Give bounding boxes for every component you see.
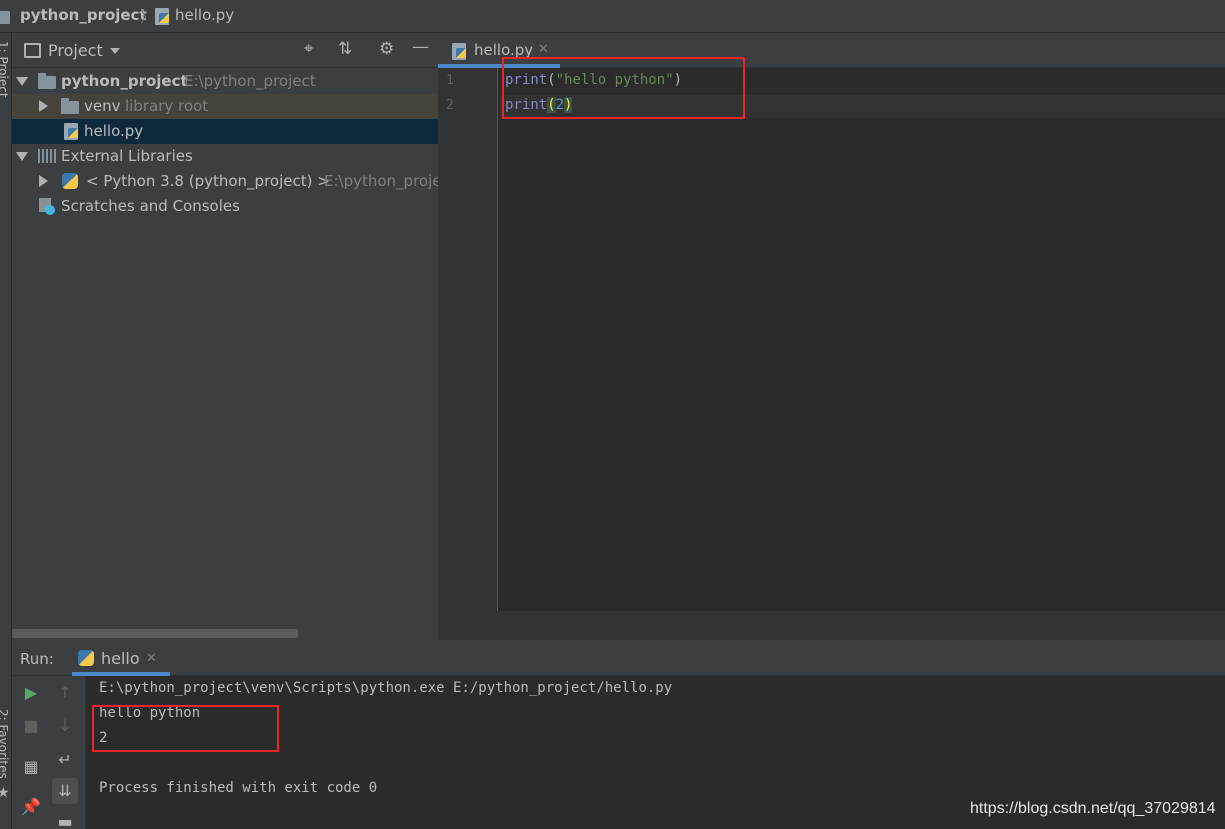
close-icon[interactable]: ✕ xyxy=(538,42,549,57)
collapse-all-icon[interactable]: ⇅ xyxy=(338,39,352,59)
tab-run-hello[interactable]: hello ✕ xyxy=(72,640,170,676)
tree-item-hint: library root xyxy=(125,97,209,115)
tree-item-label: hello.py xyxy=(84,122,144,140)
run-panel-header: Run: hello ✕ xyxy=(12,640,1225,676)
tree-item-label: External Libraries xyxy=(61,147,193,165)
library-icon xyxy=(38,149,56,163)
project-panel-header: Project ⌖ ⇅ ⚙ — xyxy=(12,34,438,68)
highlight-box-output xyxy=(92,705,279,752)
line-gutter xyxy=(438,68,498,611)
up-arrow-icon[interactable]: ↑ xyxy=(52,680,78,706)
pin-icon[interactable]: 📌 xyxy=(18,794,44,820)
print-icon[interactable]: ▬ xyxy=(52,809,78,829)
rerun-icon[interactable]: ▶ xyxy=(18,680,44,706)
tree-item-label: Scratches and Consoles xyxy=(61,197,240,215)
python-file-icon xyxy=(452,43,466,60)
tree-item-label: < Python 3.8 (python_project) > xyxy=(86,172,330,190)
project-view-icon xyxy=(24,43,41,58)
run-label: Run: xyxy=(20,650,54,668)
run-tab-label: hello xyxy=(101,649,140,668)
tree-item-label: python_project xyxy=(61,72,188,90)
navigation-bar: python_project 〉 hello.py xyxy=(0,0,1225,33)
tree-item-scratches[interactable]: Scratches and Consoles xyxy=(12,194,438,219)
python-logo-icon xyxy=(62,173,78,189)
chevron-down-icon[interactable] xyxy=(110,48,120,54)
down-arrow-icon[interactable]: ↓ xyxy=(52,713,78,739)
stop-icon[interactable]: ■ xyxy=(18,713,44,739)
line-number: 2 xyxy=(446,98,454,113)
clock-icon xyxy=(45,205,55,215)
code-editor[interactable]: 1 print("hello python") 2 print(2) xyxy=(438,68,1225,640)
locate-file-icon[interactable]: ⌖ xyxy=(304,39,314,59)
close-icon[interactable]: ✕ xyxy=(146,651,157,666)
highlight-box-code xyxy=(502,57,745,119)
expand-arrow-icon[interactable] xyxy=(16,152,28,161)
line-number: 1 xyxy=(446,73,454,88)
folder-icon xyxy=(38,73,56,89)
breadcrumb-file[interactable]: hello.py xyxy=(175,6,234,24)
editor-bottom-strip xyxy=(438,611,1225,640)
project-panel: Project ⌖ ⇅ ⚙ — python_project E:\python… xyxy=(12,34,442,640)
tree-item-external-libraries[interactable]: External Libraries xyxy=(12,144,438,169)
breadcrumb-project[interactable]: python_project xyxy=(20,6,147,24)
project-tool-button[interactable]: 1: Project xyxy=(0,41,10,98)
python-file-icon xyxy=(64,123,78,140)
left-tool-stripe: 1: Project 2: Favorites xyxy=(0,33,12,829)
favorites-tool-button[interactable]: 2: Favorites xyxy=(0,709,10,779)
console-exit-message: Process finished with exit code 0 xyxy=(99,780,378,796)
gear-icon[interactable]: ⚙ xyxy=(379,39,394,59)
scroll-to-end-icon[interactable]: ⇊ xyxy=(52,778,78,804)
tree-item-hello-py[interactable]: hello.py xyxy=(12,119,438,144)
layout-icon[interactable]: ▦ xyxy=(18,754,44,780)
tree-item-path: E:\python_proje xyxy=(324,172,442,190)
expand-arrow-icon[interactable] xyxy=(16,77,28,86)
tree-item-project-root[interactable]: python_project E:\python_project xyxy=(12,69,438,94)
folder-icon xyxy=(0,11,10,24)
tree-item-python-sdk[interactable]: < Python 3.8 (python_project) > E:\pytho… xyxy=(12,169,442,194)
breadcrumb-separator-icon: 〉 xyxy=(140,8,156,26)
console-command-line: E:\python_project\venv\Scripts\python.ex… xyxy=(99,680,673,696)
expand-arrow-icon[interactable] xyxy=(39,175,48,187)
hide-panel-icon[interactable]: — xyxy=(412,37,429,57)
soft-wrap-icon[interactable]: ↵ xyxy=(52,747,78,773)
watermark: https://blog.csdn.net/qq_37029814 xyxy=(970,800,1216,817)
horizontal-scrollbar[interactable] xyxy=(12,629,298,638)
python-file-icon xyxy=(155,8,169,25)
python-logo-icon xyxy=(78,650,94,666)
star-icon[interactable]: ★ xyxy=(0,785,10,801)
tree-item-venv[interactable]: venv library root xyxy=(12,94,438,119)
project-panel-title[interactable]: Project xyxy=(48,41,103,60)
folder-icon xyxy=(61,98,79,114)
tree-item-path: E:\python_project xyxy=(184,72,316,90)
run-toolbar: ▶ ↑ ■ ↓ ↵ ▦ ⇊ 📌 ▬ xyxy=(12,676,86,829)
expand-arrow-icon[interactable] xyxy=(39,100,48,112)
tree-item-label: venv xyxy=(84,97,121,115)
